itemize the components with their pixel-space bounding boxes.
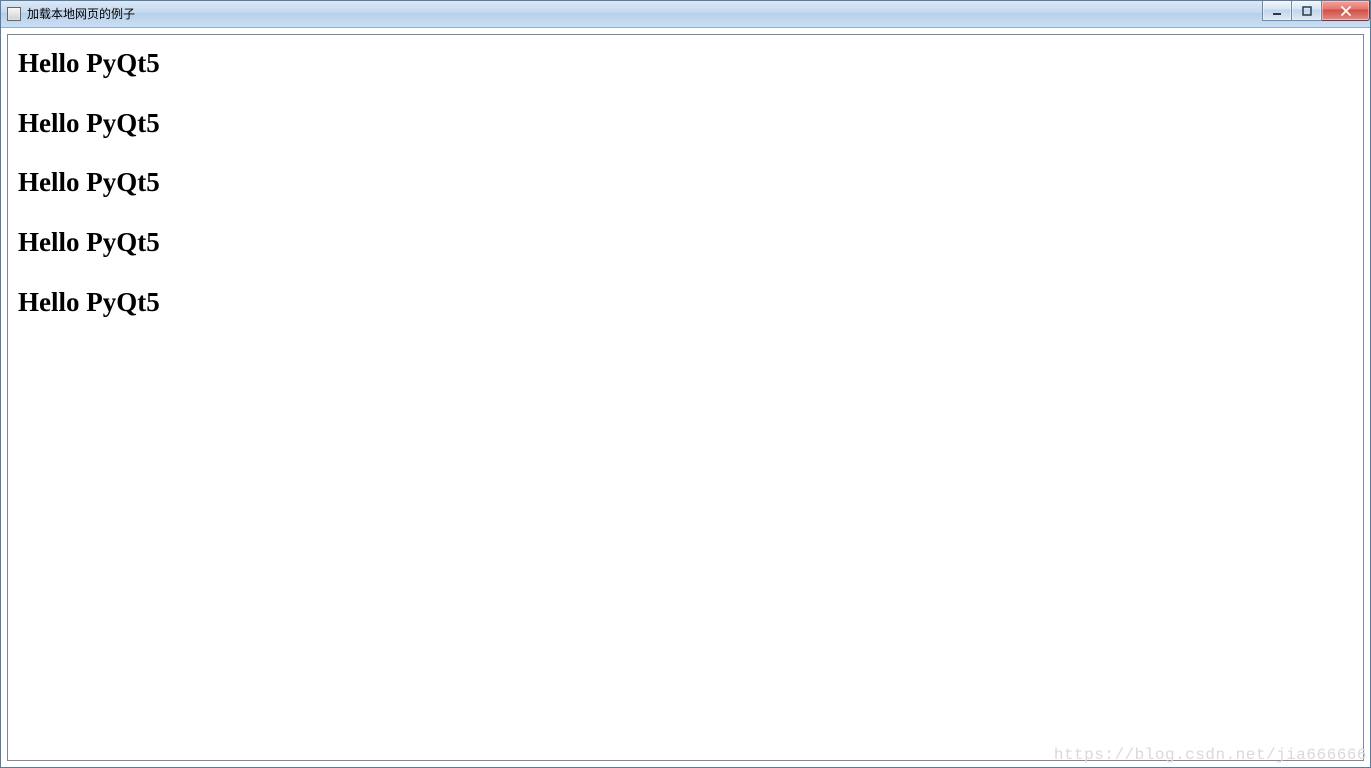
app-window: 加载本地网页的例子 Hello PyQt5 Hello PyQt5 bbox=[0, 0, 1371, 768]
heading: Hello PyQt5 bbox=[18, 49, 1353, 79]
heading: Hello PyQt5 bbox=[18, 168, 1353, 198]
window-title: 加载本地网页的例子 bbox=[27, 8, 135, 20]
client-area: Hello PyQt5 Hello PyQt5 Hello PyQt5 Hell… bbox=[1, 28, 1370, 767]
minimize-icon bbox=[1272, 6, 1282, 16]
close-icon bbox=[1340, 6, 1352, 16]
heading: Hello PyQt5 bbox=[18, 228, 1353, 258]
heading: Hello PyQt5 bbox=[18, 109, 1353, 139]
app-icon bbox=[7, 7, 21, 21]
maximize-button[interactable] bbox=[1292, 1, 1322, 21]
close-button[interactable] bbox=[1322, 1, 1370, 21]
minimize-button[interactable] bbox=[1262, 1, 1292, 21]
web-view[interactable]: Hello PyQt5 Hello PyQt5 Hello PyQt5 Hell… bbox=[7, 34, 1364, 761]
heading: Hello PyQt5 bbox=[18, 288, 1353, 318]
titlebar[interactable]: 加载本地网页的例子 bbox=[1, 1, 1370, 28]
maximize-icon bbox=[1302, 6, 1312, 16]
window-controls bbox=[1262, 1, 1370, 21]
